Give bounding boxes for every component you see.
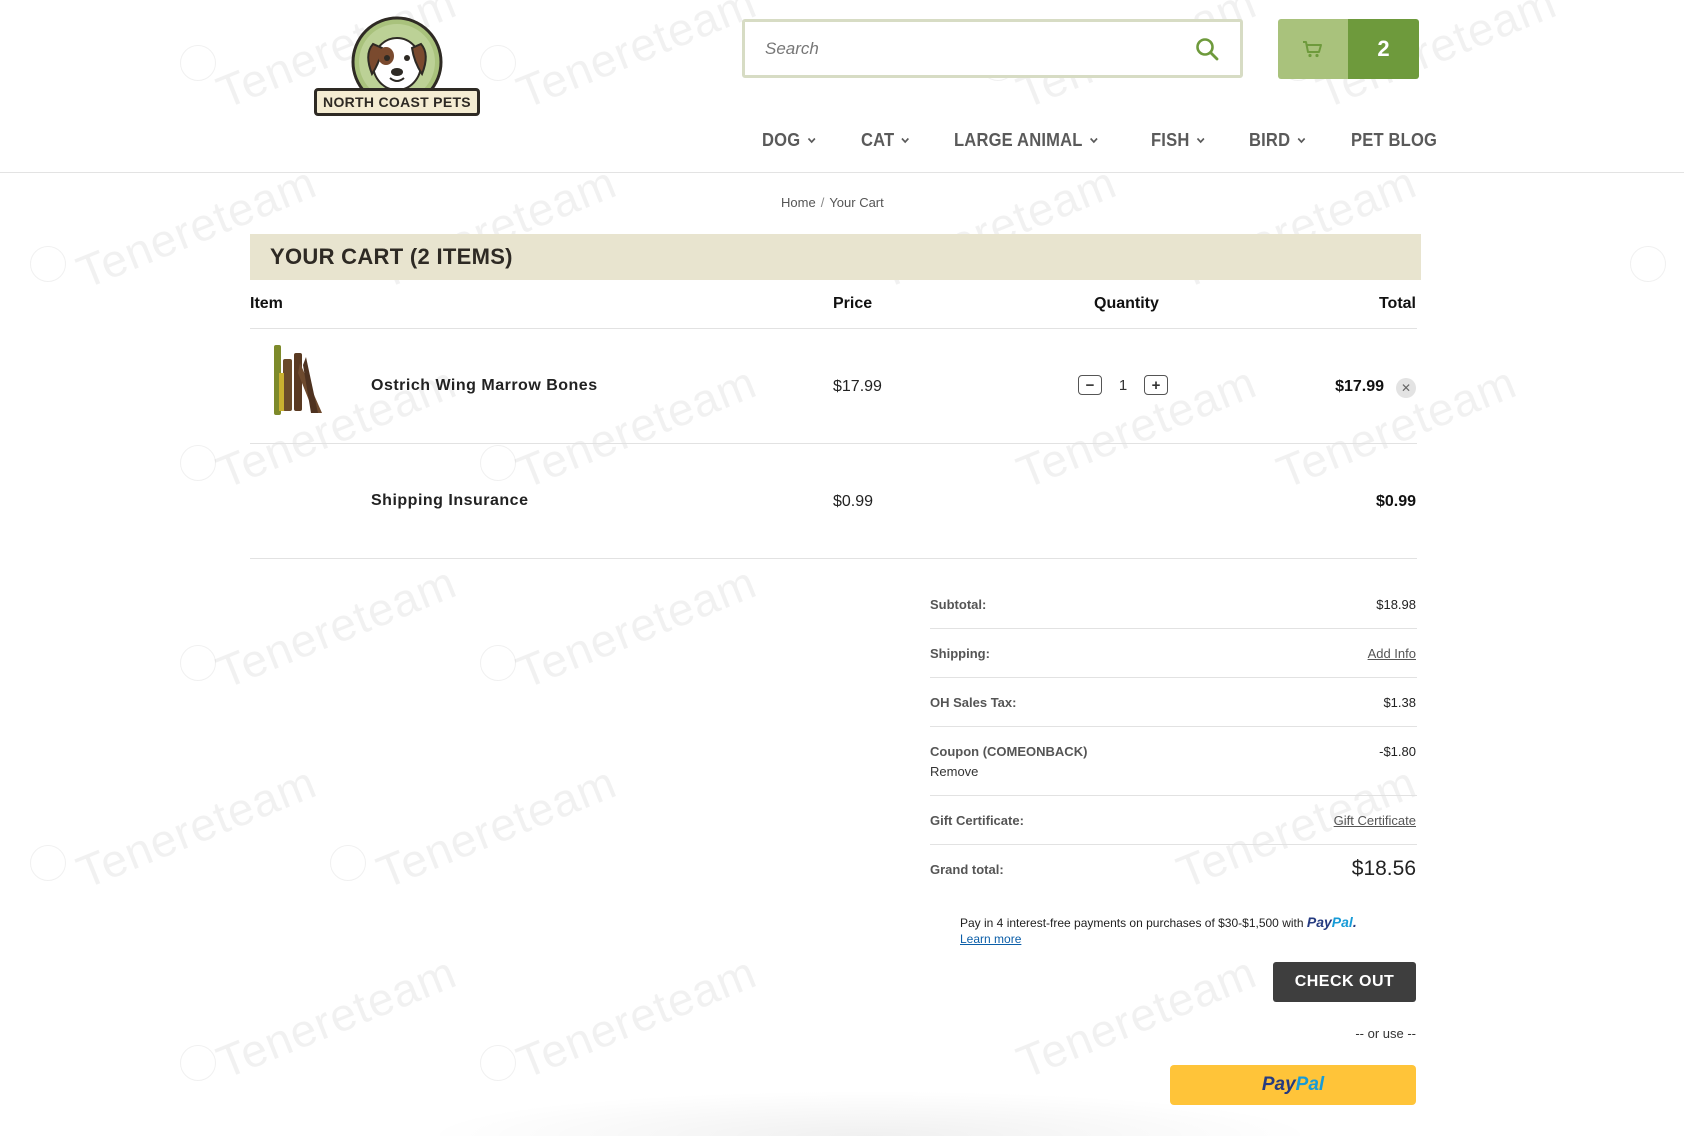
page-title: YOUR CART (2 ITEMS): [270, 244, 513, 269]
product-total: $0.99: [1375, 493, 1416, 510]
plus-icon[interactable]: +: [1144, 375, 1168, 395]
watermark-logo: [180, 645, 216, 681]
product-image[interactable]: [270, 343, 332, 417]
subtotal-label: Subtotal:: [930, 597, 987, 612]
mini-cart-button[interactable]: 2: [1278, 19, 1419, 79]
nav-item-pet-blog[interactable]: PET BLOG: [1351, 125, 1437, 155]
tax-label: OH Sales Tax:: [930, 695, 1017, 710]
cart-title-bar: YOUR CART (2 ITEMS): [250, 234, 1421, 280]
bottom-shadow: [420, 1090, 1320, 1136]
subtotal-value: $18.98: [1376, 597, 1416, 612]
site-logo[interactable]: NORTH COAST PETS: [314, 14, 480, 116]
totals-divider: [930, 795, 1417, 796]
column-header-item: Item: [250, 295, 283, 312]
nav-label: PET BLOG: [1351, 129, 1438, 150]
logo-wordmark: NORTH COAST PETS: [314, 88, 480, 116]
column-header-price: Price: [833, 295, 873, 312]
paypal-message-text: Pay in 4 interest-free payments on purch…: [960, 916, 1304, 930]
paypal-pay-later-message: Pay in 4 interest-free payments on purch…: [960, 914, 1357, 947]
watermark-logo: [30, 845, 66, 881]
row-divider: [250, 558, 1417, 559]
watermark-logo: [1630, 246, 1666, 282]
chevron-down-icon: [807, 137, 816, 144]
nav-item-fish[interactable]: FISH: [1151, 125, 1205, 155]
shipping-label: Shipping:: [930, 646, 990, 661]
product-name[interactable]: Ostrich Wing Marrow Bones: [371, 377, 598, 395]
minus-icon[interactable]: −: [1078, 375, 1102, 395]
nav-item-dog[interactable]: DOG: [762, 125, 816, 155]
gift-certificate-label: Gift Certificate:: [930, 813, 1024, 828]
nav-label: FISH: [1150, 129, 1190, 150]
breadcrumb-separator: /: [820, 195, 825, 210]
watermark-text: Tenereteam: [509, 555, 764, 699]
nav-label: LARGE ANIMAL: [953, 129, 1083, 150]
cart-icon-container: [1278, 19, 1348, 79]
chevron-down-icon: [1297, 137, 1306, 144]
totals-divider: [930, 677, 1417, 678]
totals-divider: [930, 628, 1417, 629]
watermark-logo: [480, 1045, 516, 1081]
product-total: $17.99: [1335, 378, 1384, 395]
chevron-down-icon: [1089, 137, 1098, 144]
search-box[interactable]: [742, 19, 1243, 78]
watermark-logo: [480, 445, 516, 481]
watermark-logo: [180, 445, 216, 481]
totals-divider: [930, 726, 1417, 727]
nav-item-bird[interactable]: BIRD: [1249, 125, 1306, 155]
watermark-text: Tenereteam: [69, 755, 324, 899]
coupon-value: -$1.80: [1379, 744, 1416, 759]
breadcrumb: Home / Your Cart: [781, 195, 884, 210]
coupon-label: Coupon (COMEONBACK): [930, 744, 1088, 759]
row-divider: [250, 443, 1417, 444]
header-divider: [250, 328, 1417, 329]
quantity-value[interactable]: 1: [1102, 377, 1144, 394]
watermark-text: Tenereteam: [1269, 355, 1524, 499]
chevron-down-icon: [901, 137, 909, 144]
watermark-text: Tenereteam: [209, 945, 464, 1089]
learn-more-link[interactable]: Learn more: [960, 932, 1021, 946]
watermark-logo: [30, 246, 66, 282]
breadcrumb-current: Your Cart: [829, 195, 884, 210]
search-input[interactable]: [765, 38, 1194, 59]
column-header-quantity: Quantity: [1094, 295, 1159, 312]
watermark-text: Tenereteam: [509, 945, 764, 1089]
totals-divider: [930, 844, 1417, 845]
site-header: NORTH COAST PETS 2 DOG CAT LARGE ANIMA: [0, 0, 1684, 173]
nav-label: CAT: [860, 129, 894, 150]
grand-total-value: $18.56: [1351, 857, 1416, 880]
watermark-text: Tenereteam: [369, 755, 624, 899]
nav-item-cat[interactable]: CAT: [861, 125, 910, 155]
cart-icon: [1303, 41, 1322, 58]
nav-label: DOG: [762, 129, 801, 150]
tax-value: $1.38: [1383, 695, 1416, 710]
chevron-down-icon: [1196, 137, 1204, 144]
paypal-logo-icon: PayPal.: [1306, 914, 1357, 930]
checkout-button[interactable]: CHECK OUT: [1273, 962, 1416, 1002]
coupon-remove-link[interactable]: Remove: [930, 764, 978, 779]
grand-total-label: Grand total:: [930, 862, 1004, 877]
watermark-logo: [480, 645, 516, 681]
nav-label: BIRD: [1249, 129, 1291, 150]
watermark-logo: [330, 845, 366, 881]
product-price: $17.99: [833, 378, 882, 395]
main-nav: DOG CAT LARGE ANIMAL FISH BIRD PET BLOG: [762, 125, 1485, 155]
product-name: Shipping Insurance: [371, 492, 529, 509]
gift-certificate-link[interactable]: Gift Certificate: [1334, 813, 1416, 828]
watermark-text: Tenereteam: [209, 555, 464, 699]
search-icon[interactable]: [1194, 36, 1220, 62]
breadcrumb-home[interactable]: Home: [781, 195, 816, 210]
nav-item-large-animal[interactable]: LARGE ANIMAL: [954, 125, 1098, 155]
cart-count-badge: 2: [1348, 19, 1419, 79]
shipping-add-info-link[interactable]: Add Info: [1368, 646, 1416, 661]
watermark-logo: [180, 1045, 216, 1081]
close-icon[interactable]: ✕: [1396, 378, 1416, 398]
product-price: $0.99: [833, 493, 874, 510]
or-use-divider-text: -- or use --: [1355, 1026, 1416, 1041]
quantity-stepper: − 1 +: [1078, 375, 1168, 395]
column-header-total: Total: [1378, 295, 1416, 312]
